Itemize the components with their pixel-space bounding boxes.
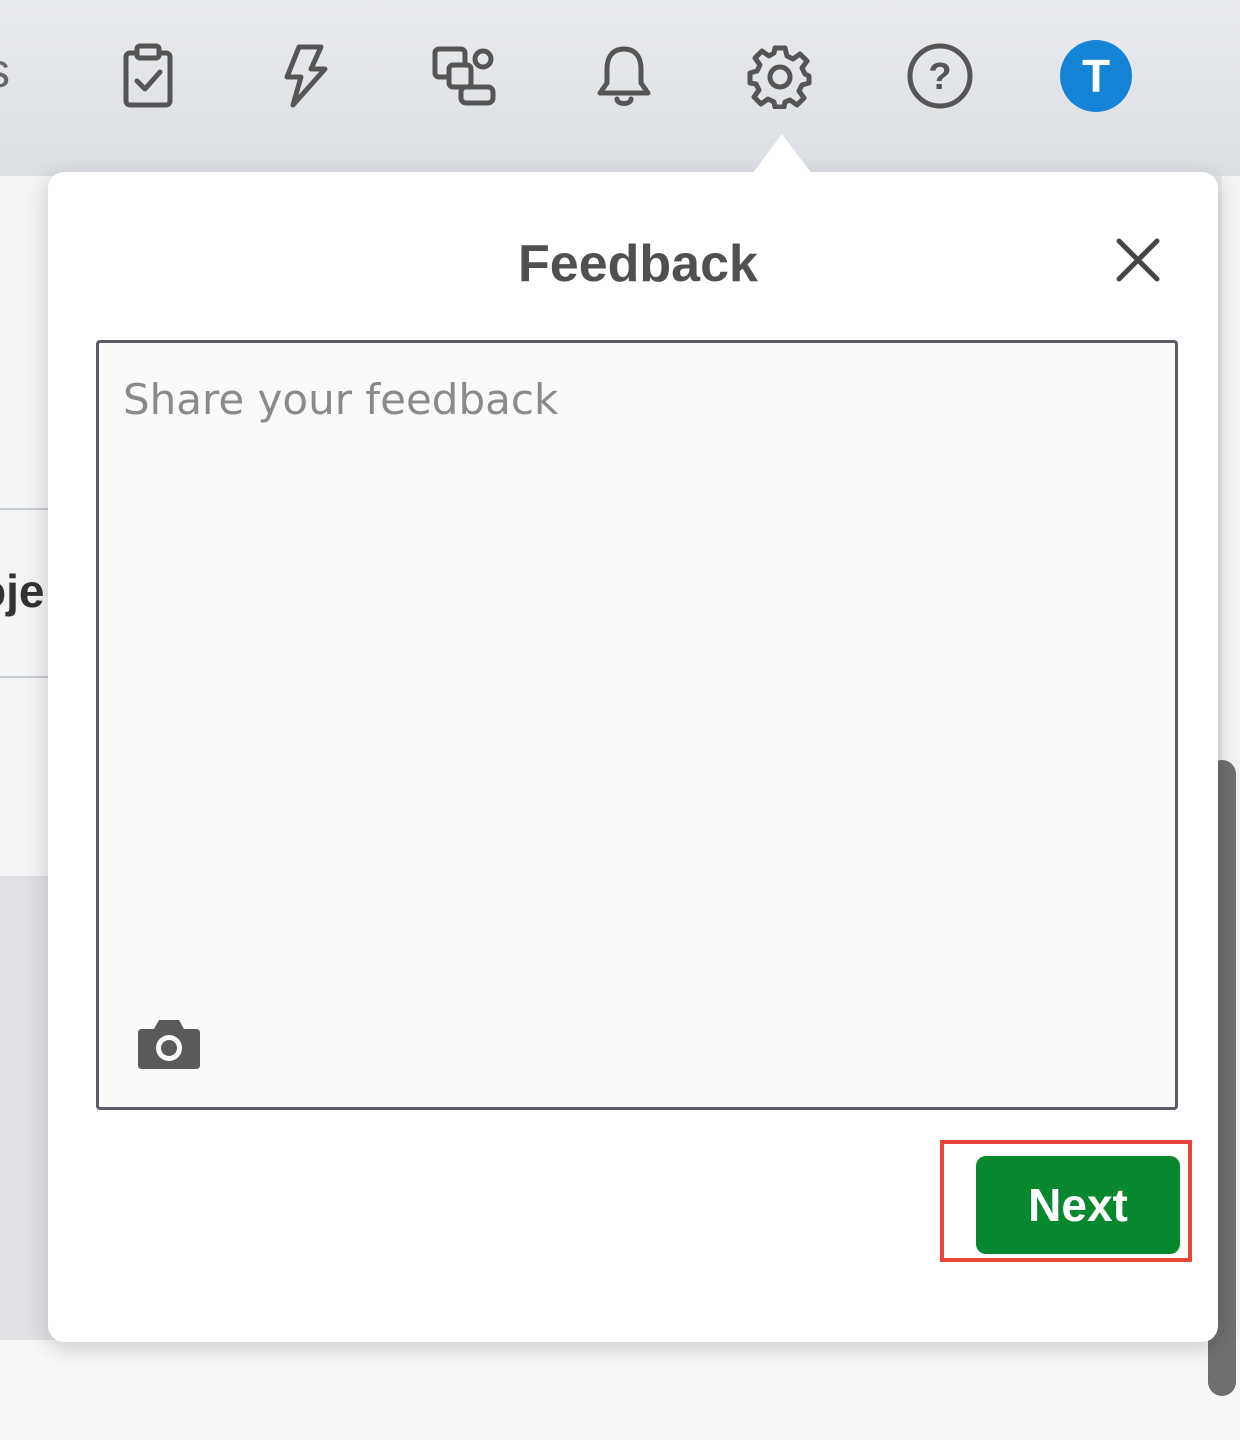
gear-icon[interactable] xyxy=(740,36,820,116)
clipboard-check-icon[interactable] xyxy=(108,36,188,116)
lightning-icon[interactable] xyxy=(264,36,344,116)
feedback-popover: Feedback Next xyxy=(48,172,1218,1342)
top-toolbar: s xyxy=(0,0,1240,176)
next-button[interactable]: Next xyxy=(976,1156,1180,1254)
close-button[interactable] xyxy=(1106,228,1170,292)
screenshot-button[interactable] xyxy=(133,1011,205,1075)
camera-icon xyxy=(138,1020,200,1069)
background-edge-word: oje xyxy=(0,565,45,617)
apps-switcher-icon[interactable] xyxy=(424,36,504,116)
help-icon[interactable]: ? xyxy=(900,36,980,116)
user-avatar[interactable]: T xyxy=(1056,36,1136,116)
feedback-field-container xyxy=(96,340,1178,1110)
bell-icon[interactable] xyxy=(584,36,664,116)
close-icon xyxy=(1116,238,1160,282)
avatar: T xyxy=(1060,40,1132,112)
popover-title: Feedback xyxy=(518,235,758,293)
popover-caret xyxy=(752,134,812,174)
feedback-textarea[interactable] xyxy=(99,343,1175,1003)
background-bottom-strip xyxy=(0,1340,1240,1440)
toolbar-edge-text: s xyxy=(0,44,10,99)
svg-text:?: ? xyxy=(928,56,951,98)
